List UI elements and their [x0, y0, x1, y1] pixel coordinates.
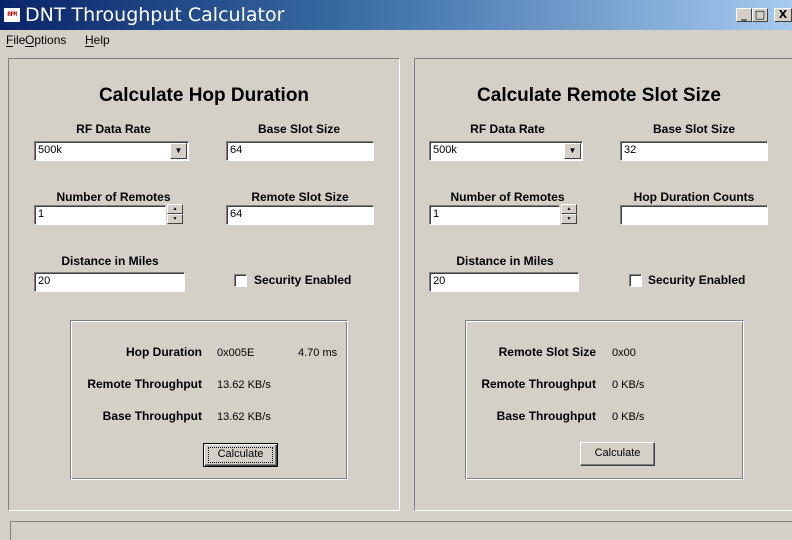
remote-slot-size-title: Calculate Remote Slot Size — [477, 85, 721, 106]
right-remote-throughput-label: Remote Throughput — [481, 377, 596, 391]
app-window: RFM DNT Throughput Calculator _ □ X File… — [0, 0, 792, 540]
title-bar[interactable]: RFM DNT Throughput Calculator _ □ X — [0, 0, 792, 30]
menu-bar: File Options Help — [0, 30, 792, 50]
menu-file-mnemonic: F — [6, 33, 14, 47]
right-num-remotes-up-icon[interactable]: ▲ — [561, 204, 577, 214]
menu-options-label: ptions — [34, 33, 67, 47]
left-num-remotes-input[interactable]: 1 — [34, 205, 166, 225]
left-remote-throughput-label: Remote Throughput — [87, 377, 202, 391]
right-rf-data-rate-select[interactable]: 500k — [429, 141, 583, 161]
left-base-throughput-label: Base Throughput — [102, 409, 202, 423]
left-hop-duration-label: Hop Duration — [126, 345, 202, 359]
menu-options[interactable]: Options — [25, 33, 66, 47]
menu-help-label: elp — [93, 33, 110, 47]
app-icon[interactable]: RFM — [3, 7, 21, 23]
right-security-checkbox[interactable] — [629, 274, 642, 287]
left-num-remotes-up-icon[interactable]: ▲ — [167, 204, 183, 214]
right-distance-label: Distance in Miles — [456, 254, 554, 268]
left-security-checkbox[interactable] — [234, 274, 247, 287]
right-remote-slot-size-label: Remote Slot Size — [498, 345, 596, 359]
left-rf-data-rate-dropdown-icon[interactable]: ▼ — [170, 143, 187, 159]
left-rf-data-rate-value: 500k — [38, 144, 62, 156]
right-base-slot-size-label: Base Slot Size — [652, 122, 736, 136]
maximize-button[interactable]: □ — [752, 8, 768, 22]
right-remote-throughput-value: 0 KB/s — [612, 379, 645, 391]
left-distance-label: Distance in Miles — [61, 254, 159, 268]
right-rf-data-rate-dropdown-icon[interactable]: ▼ — [564, 143, 581, 159]
left-num-remotes-down-icon[interactable]: ▼ — [167, 214, 183, 224]
left-distance-input[interactable]: 20 — [34, 272, 185, 292]
right-num-remotes-down-icon[interactable]: ▼ — [561, 214, 577, 224]
left-hop-duration-ms: 4.70 ms — [298, 347, 338, 359]
left-rf-data-rate-select[interactable]: 500k — [34, 141, 189, 161]
left-hop-duration-hex: 0x005E — [217, 347, 255, 359]
left-security-label[interactable]: Security Enabled — [254, 273, 351, 287]
left-base-slot-size-input[interactable]: 64 — [226, 141, 374, 161]
left-calculate-label: Calculate — [217, 448, 264, 460]
left-base-throughput-value: 13.62 KB/s — [217, 411, 271, 423]
minimize-button[interactable]: _ — [736, 8, 752, 22]
right-security-label[interactable]: Security Enabled — [648, 273, 745, 287]
menu-help-mnemonic: H — [85, 33, 94, 47]
close-button[interactable]: X — [774, 8, 792, 22]
left-num-remotes-label: Number of Remotes — [56, 190, 171, 204]
left-calculate-button[interactable]: Calculate — [203, 443, 278, 467]
menu-file-label: ile — [13, 33, 26, 47]
right-calculate-label: Calculate — [594, 447, 641, 459]
right-rf-data-rate-label: RF Data Rate — [470, 122, 545, 136]
right-remote-slot-size-value: 0x00 — [612, 347, 636, 359]
right-distance-input[interactable]: 20 — [429, 272, 579, 292]
left-base-slot-size-label: Base Slot Size — [257, 122, 341, 136]
left-rf-data-rate-label: RF Data Rate — [76, 122, 151, 136]
status-bar — [10, 521, 792, 540]
right-base-throughput-label: Base Throughput — [496, 409, 596, 423]
menu-file[interactable]: File — [6, 33, 25, 47]
menu-help[interactable]: Help — [85, 33, 110, 47]
left-remote-slot-size-label: Remote Slot Size — [251, 190, 349, 204]
right-hop-duration-counts-input[interactable] — [620, 205, 768, 225]
hop-duration-title: Calculate Hop Duration — [98, 85, 310, 106]
right-hop-duration-counts-label: Hop Duration Counts — [633, 190, 755, 204]
menu-options-mnemonic: O — [25, 33, 35, 47]
right-num-remotes-label: Number of Remotes — [450, 190, 565, 204]
left-remote-throughput-value: 13.62 KB/s — [217, 379, 271, 391]
right-calculate-button[interactable]: Calculate — [580, 442, 655, 466]
right-num-remotes-input[interactable]: 1 — [429, 205, 560, 225]
right-rf-data-rate-value: 500k — [433, 144, 457, 156]
right-base-slot-size-input[interactable]: 32 — [620, 141, 768, 161]
window-title: DNT Throughput Calculator — [25, 4, 285, 26]
right-base-throughput-value: 0 KB/s — [612, 411, 645, 423]
left-remote-slot-size-input[interactable]: 64 — [226, 205, 374, 225]
